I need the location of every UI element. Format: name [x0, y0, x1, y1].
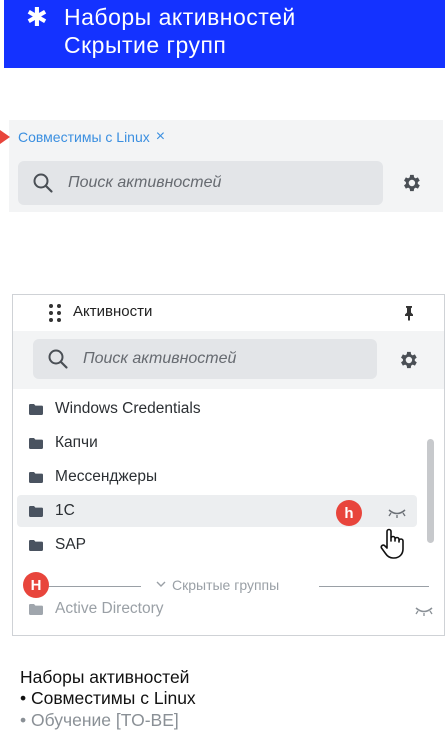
- activities-search-input[interactable]: Поиск активностей: [33, 339, 377, 379]
- search-icon: [48, 349, 68, 369]
- filter-chip-linux[interactable]: Совместимы с Linux ×: [18, 128, 165, 146]
- close-icon[interactable]: ×: [156, 128, 165, 146]
- folder-icon: [29, 539, 43, 551]
- gear-icon[interactable]: [397, 349, 419, 371]
- hidden-section-divider-left: [39, 586, 141, 587]
- hidden-eye-icon[interactable]: [414, 605, 434, 617]
- chevron-down-icon[interactable]: [156, 580, 166, 588]
- panel-search-row: Поиск активностей: [13, 331, 444, 389]
- list-item-label: 1С: [55, 502, 75, 519]
- list-item-label: Капчи: [55, 434, 98, 451]
- footer-line-3: • Обучение [TO-BE]: [20, 710, 179, 730]
- hidden-section-divider-right: [319, 586, 429, 587]
- search-placeholder: Поиск активностей: [83, 350, 237, 367]
- folder-icon: [29, 471, 43, 483]
- pointer-arrow-icon: [0, 130, 10, 144]
- hidden-list-item[interactable]: Active Directory: [17, 593, 417, 625]
- drag-handle-icon[interactable]: [49, 304, 61, 322]
- folder-icon: [29, 403, 43, 415]
- list-item[interactable]: Капчи: [17, 427, 417, 459]
- search-icon: [33, 173, 53, 193]
- list-item-label: Windows Credentials: [55, 400, 201, 417]
- list-item[interactable]: Windows Credentials: [17, 393, 417, 425]
- banner-subtitle: Скрытие групп: [64, 32, 227, 58]
- list-item[interactable]: SAP: [17, 529, 417, 561]
- search-input[interactable]: Поиск активностей: [18, 161, 383, 205]
- pin-icon[interactable]: [401, 305, 417, 321]
- list-item-label: SAP: [55, 536, 87, 553]
- folder-icon: [29, 505, 43, 517]
- hidden-list-item-label: Active Directory: [55, 600, 164, 617]
- header-banner: ✱ Наборы активностей Скрытие групп: [4, 0, 445, 68]
- activities-panel: Активности Поиск активностей Windows Cre…: [12, 294, 445, 636]
- footer-line-1: Наборы активностей: [20, 667, 190, 687]
- footer-line-2: • Совместимы с Linux: [20, 688, 196, 708]
- asterisk-icon: ✱: [26, 2, 48, 32]
- search-placeholder: Поиск активностей: [68, 174, 222, 191]
- banner-title: Наборы активностей: [64, 4, 296, 30]
- annotation-badge-H: H: [23, 572, 49, 598]
- scrollbar[interactable]: [427, 439, 434, 543]
- panel-title: Активности: [73, 303, 153, 320]
- hidden-section-label[interactable]: Скрытые группы: [172, 577, 279, 593]
- list-item[interactable]: Мессенджеры: [17, 461, 417, 493]
- annotation-badge-h: h: [336, 500, 362, 526]
- hand-cursor-icon: [380, 528, 404, 559]
- panel-header: Активности: [13, 295, 444, 331]
- hide-eye-icon[interactable]: [387, 507, 407, 519]
- folder-icon: [29, 437, 43, 449]
- folder-icon: [29, 603, 43, 615]
- gear-icon[interactable]: [400, 172, 422, 194]
- list-item-label: Мессенджеры: [55, 468, 158, 485]
- filter-chip-label: Совместимы с Linux: [18, 129, 150, 145]
